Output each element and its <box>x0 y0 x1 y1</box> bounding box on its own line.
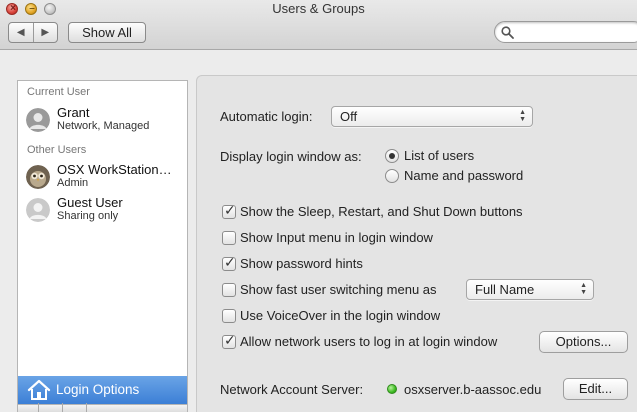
checkbox-fast-user-switching[interactable] <box>222 283 236 297</box>
user-item-guest[interactable]: Guest User Sharing only <box>18 195 187 229</box>
bar-divider <box>62 403 63 412</box>
user-name: Grant <box>57 105 90 120</box>
network-account-server-label: Network Account Server: <box>220 382 364 397</box>
display-login-window-label: Display login window as: <box>220 149 362 164</box>
radio-name-and-password-label: Name and password <box>404 168 524 183</box>
edit-server-button[interactable]: Edit... <box>563 378 628 400</box>
user-name: OSX WorkStation… <box>57 162 172 177</box>
chevron-updown-icon: ▲ ▼ <box>519 109 526 123</box>
checkbox-show-sleep-restart-label: Show the Sleep, Restart, and Shut Down b… <box>240 204 523 219</box>
user-item-grant[interactable]: Grant Network, Managed <box>18 105 187 139</box>
checkbox-show-sleep-restart[interactable]: ✓ <box>222 202 236 219</box>
radio-list-of-users-label: List of users <box>404 148 475 163</box>
other-users-header: Other Users <box>27 144 87 156</box>
user-subtitle: Admin <box>57 177 89 189</box>
checkbox-show-password-hints-label: Show password hints <box>240 256 363 271</box>
checkbox-show-input-menu-label: Show Input menu in login window <box>240 230 433 245</box>
automatic-login-value: Off <box>340 109 358 124</box>
options-button[interactable]: Options... <box>539 331 628 353</box>
show-all-button[interactable]: Show All <box>68 22 146 43</box>
search-input[interactable] <box>494 21 637 43</box>
network-account-server-value: osxserver.b-aassoc.edu <box>404 382 542 397</box>
window-title: Users & Groups <box>272 1 365 16</box>
user-subtitle: Sharing only <box>57 210 119 222</box>
checkbox-use-voiceover[interactable] <box>222 309 236 323</box>
radio-list-of-users[interactable] <box>385 149 399 163</box>
login-options-panel: Automatic login: Off ▲ ▼ Display login wi… <box>196 75 637 412</box>
user-name: Guest User <box>57 195 123 210</box>
window-titlebar: × – Users & Groups ◀ ▶ Show All <box>0 0 637 50</box>
user-silhouette-icon <box>26 108 50 132</box>
checkmark-icon: ✓ <box>224 202 236 218</box>
fast-switching-popup[interactable]: Full Name ▲ ▼ <box>466 279 594 300</box>
radio-name-and-password[interactable] <box>385 169 399 183</box>
back-forward-control: ◀ ▶ <box>8 22 58 43</box>
house-icon <box>27 379 51 400</box>
current-user-header: Current User <box>27 86 90 98</box>
user-item-osx-workstation[interactable]: OSX WorkStation… Admin <box>18 162 187 196</box>
user-silhouette-icon <box>26 198 50 222</box>
bar-divider <box>86 403 87 412</box>
checkmark-icon: ✓ <box>224 332 236 348</box>
search-icon <box>501 26 514 39</box>
checkbox-fast-user-switching-label: Show fast user switching menu as <box>240 282 437 297</box>
back-arrow-icon[interactable]: ◀ <box>9 23 34 42</box>
status-indicator-icon <box>387 384 397 394</box>
checkbox-show-password-hints[interactable]: ✓ <box>222 254 236 271</box>
user-subtitle: Network, Managed <box>57 120 150 132</box>
checkbox-show-input-menu[interactable] <box>222 231 236 245</box>
forward-arrow-icon[interactable]: ▶ <box>34 23 58 42</box>
login-options-item[interactable]: Login Options <box>18 376 187 404</box>
sidebar-bottom-bar <box>18 403 187 412</box>
checkbox-allow-network-users[interactable]: ✓ <box>222 332 236 349</box>
automatic-login-label: Automatic login: <box>220 109 313 124</box>
login-options-label: Login Options <box>56 382 140 397</box>
bar-divider <box>38 403 39 412</box>
chevron-updown-icon: ▲ ▼ <box>580 282 587 296</box>
checkmark-icon: ✓ <box>224 254 236 270</box>
owl-avatar-icon <box>26 165 50 189</box>
fast-switching-value: Full Name <box>475 282 535 297</box>
users-sidebar: Current User Grant Network, Managed Othe… <box>17 80 188 412</box>
automatic-login-popup[interactable]: Off ▲ ▼ <box>331 106 533 127</box>
checkbox-use-voiceover-label: Use VoiceOver in the login window <box>240 308 441 323</box>
checkbox-allow-network-users-label: Allow network users to log in at login w… <box>240 334 498 349</box>
